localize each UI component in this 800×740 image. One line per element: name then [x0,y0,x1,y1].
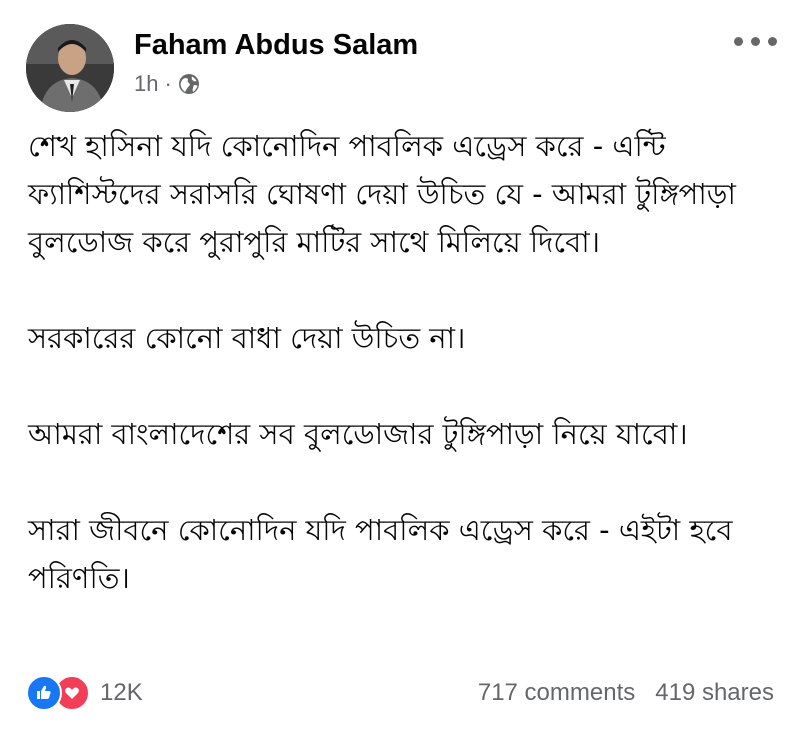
more-options-button[interactable] [730,28,782,56]
shares-count[interactable]: 419 shares [655,679,774,707]
post-paragraph-2: সরকারের কোনো বাধা দেয়া উচিত না। [28,321,466,355]
author-avatar[interactable] [26,24,114,112]
post-meta: 1h · [134,70,200,98]
post-paragraph-1: শেখ হাসিনা যদি কোনোদিন পাবলিক এড্রেস করে… [28,129,736,259]
engagement-stats: 717 comments 419 shares [478,676,774,710]
post-header: Faham Abdus Salam 1h · [0,0,800,112]
post-footer: 12K 717 comments 419 shares [0,668,800,716]
post-paragraph-4: সারা জীবনে কোনোদিন যদি পাবলিক এড্রেস করে… [28,513,733,595]
reaction-count: 12K [100,679,143,706]
avatar-photo [26,24,114,112]
reactions-summary[interactable]: 12K [26,675,143,711]
meta-separator: · [164,71,172,96]
post-time[interactable]: 1h [134,71,158,97]
globe-icon[interactable] [178,73,200,95]
like-icon [26,675,62,711]
comments-count[interactable]: 717 comments [478,679,635,707]
facebook-post: Faham Abdus Salam 1h · শেখ হাসিনা যদি কো… [0,0,800,740]
post-text: শেখ হাসিনা যদি কোনোদিন পাবলিক এড্রেস করে… [28,122,780,602]
more-options-icon [734,37,743,46]
author-name[interactable]: Faham Abdus Salam [134,28,418,62]
post-paragraph-3: আমরা বাংলাদেশের সব বুলডোজার টুঙ্গিপাড়া … [28,417,688,451]
